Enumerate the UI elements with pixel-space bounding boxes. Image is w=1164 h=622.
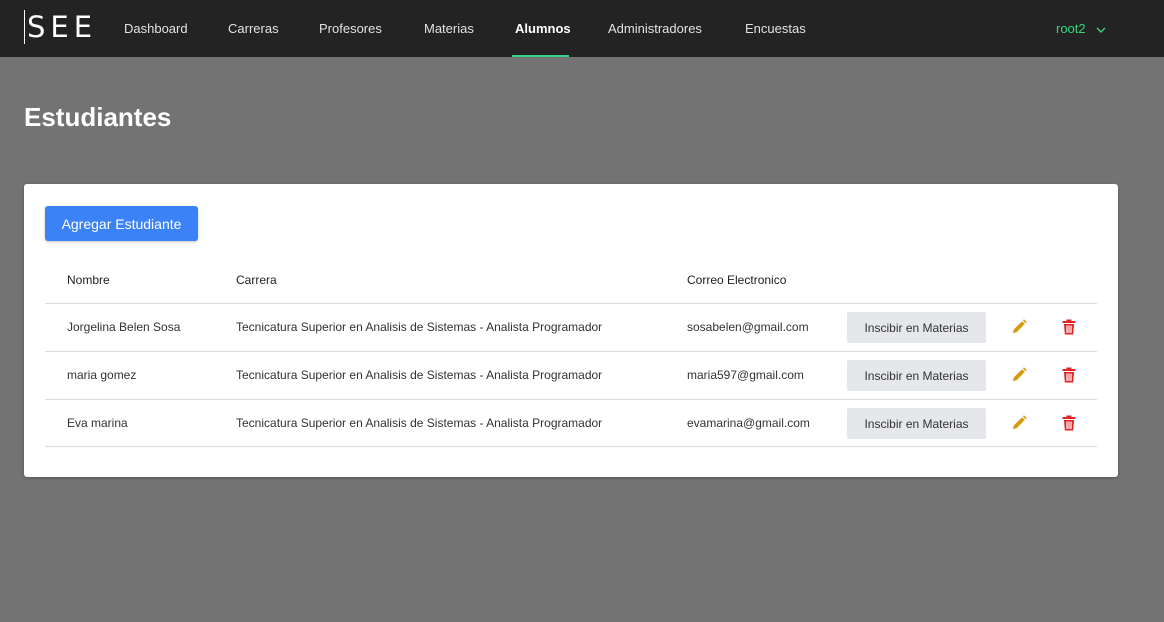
table-row: Jorgelina Belen Sosa Tecnicatura Superio… bbox=[45, 303, 1097, 351]
student-email: maria597@gmail.com bbox=[687, 368, 804, 382]
nav-item-alumnos[interactable]: Alumnos bbox=[515, 0, 571, 57]
top-navbar: SEE Dashboard Carreras Profesores Materi… bbox=[0, 0, 1164, 57]
pencil-icon[interactable] bbox=[1010, 414, 1028, 432]
trash-icon[interactable] bbox=[1060, 414, 1078, 432]
enroll-subjects-button[interactable]: Inscibir en Materias bbox=[847, 360, 986, 391]
chevron-down-icon bbox=[1096, 1, 1106, 58]
app-logo[interactable]: SEE bbox=[24, 10, 97, 44]
page-title: Estudiantes bbox=[24, 102, 172, 132]
nav-item-dashboard[interactable]: Dashboard bbox=[124, 0, 188, 57]
nav-item-encuestas[interactable]: Encuestas bbox=[745, 0, 806, 57]
student-career: Tecnicatura Superior en Analisis de Sist… bbox=[236, 320, 603, 334]
column-header-nombre: Nombre bbox=[67, 273, 110, 287]
column-header-correo: Correo Electronico bbox=[687, 273, 787, 287]
column-header-carrera: Carrera bbox=[236, 273, 277, 287]
user-name: root2 bbox=[1056, 21, 1086, 36]
enroll-subjects-button[interactable]: Inscibir en Materias bbox=[847, 312, 986, 343]
student-email: evamarina@gmail.com bbox=[687, 416, 810, 430]
table-row: Eva marina Tecnicatura Superior en Anali… bbox=[45, 399, 1097, 447]
table-row: maria gomez Tecnicatura Superior en Anal… bbox=[45, 351, 1097, 399]
student-name: Eva marina bbox=[67, 416, 128, 430]
user-menu[interactable]: root2 bbox=[1056, 0, 1106, 57]
trash-icon[interactable] bbox=[1060, 318, 1078, 336]
enroll-subjects-button[interactable]: Inscibir en Materias bbox=[847, 408, 986, 439]
student-name: maria gomez bbox=[67, 368, 137, 382]
student-career: Tecnicatura Superior en Analisis de Sist… bbox=[236, 368, 603, 382]
active-nav-indicator bbox=[512, 55, 569, 57]
pencil-icon[interactable] bbox=[1010, 318, 1028, 336]
trash-icon[interactable] bbox=[1060, 366, 1078, 384]
nav-item-administradores[interactable]: Administradores bbox=[608, 0, 702, 57]
nav-item-profesores[interactable]: Profesores bbox=[319, 0, 382, 57]
student-email: sosabelen@gmail.com bbox=[687, 320, 809, 334]
add-student-button[interactable]: Agregar Estudiante bbox=[45, 206, 198, 241]
student-name: Jorgelina Belen Sosa bbox=[67, 320, 181, 334]
nav-item-carreras[interactable]: Carreras bbox=[228, 0, 279, 57]
students-card: Agregar Estudiante Nombre Carrera Correo… bbox=[24, 184, 1118, 477]
nav-item-materias[interactable]: Materias bbox=[424, 0, 474, 57]
pencil-icon[interactable] bbox=[1010, 366, 1028, 384]
student-career: Tecnicatura Superior en Analisis de Sist… bbox=[236, 416, 603, 430]
